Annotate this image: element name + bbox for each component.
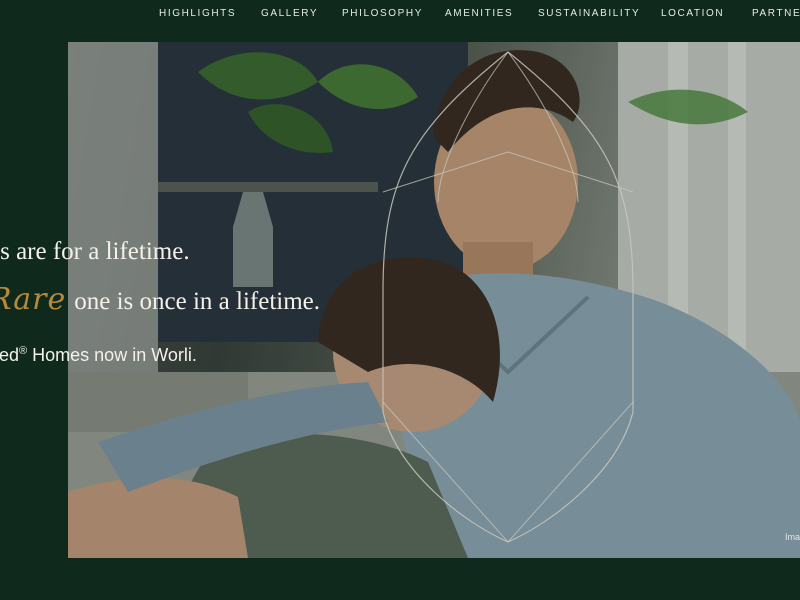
headline-line-1: es are for a lifetime. — [0, 238, 190, 265]
top-navigation: HIGHLIGHTS GALLERY PHILOSOPHY AMENITIES … — [0, 0, 800, 30]
registered-mark: ® — [19, 345, 28, 357]
headline-line-2-text: one is once in a lifetime. — [74, 288, 321, 315]
nav-location[interactable]: LOCATION — [661, 8, 724, 19]
image-caption: Ima — [784, 532, 800, 542]
landing-page: HIGHLIGHTS GALLERY PHILOSOPHY AMENITIES … — [0, 0, 800, 600]
nav-partners[interactable]: PARTNERS — [752, 8, 800, 19]
headline-script-word: Rare — [0, 282, 67, 317]
nav-highlights[interactable]: HIGHLIGHTS — [159, 8, 236, 19]
tagline: ned® Homes now in Worli. — [0, 345, 197, 366]
nav-gallery[interactable]: GALLERY — [261, 8, 318, 19]
tagline-text: Homes now in Worli. — [27, 345, 197, 365]
nav-amenities[interactable]: AMENITIES — [445, 8, 513, 19]
nav-sustainability[interactable]: SUSTAINABILITY — [538, 8, 640, 19]
nav-philosophy[interactable]: PHILOSOPHY — [342, 8, 423, 19]
headline-line-2: Rare one is once in a lifetime. — [0, 282, 320, 317]
tagline-prefix: ned — [0, 345, 20, 365]
